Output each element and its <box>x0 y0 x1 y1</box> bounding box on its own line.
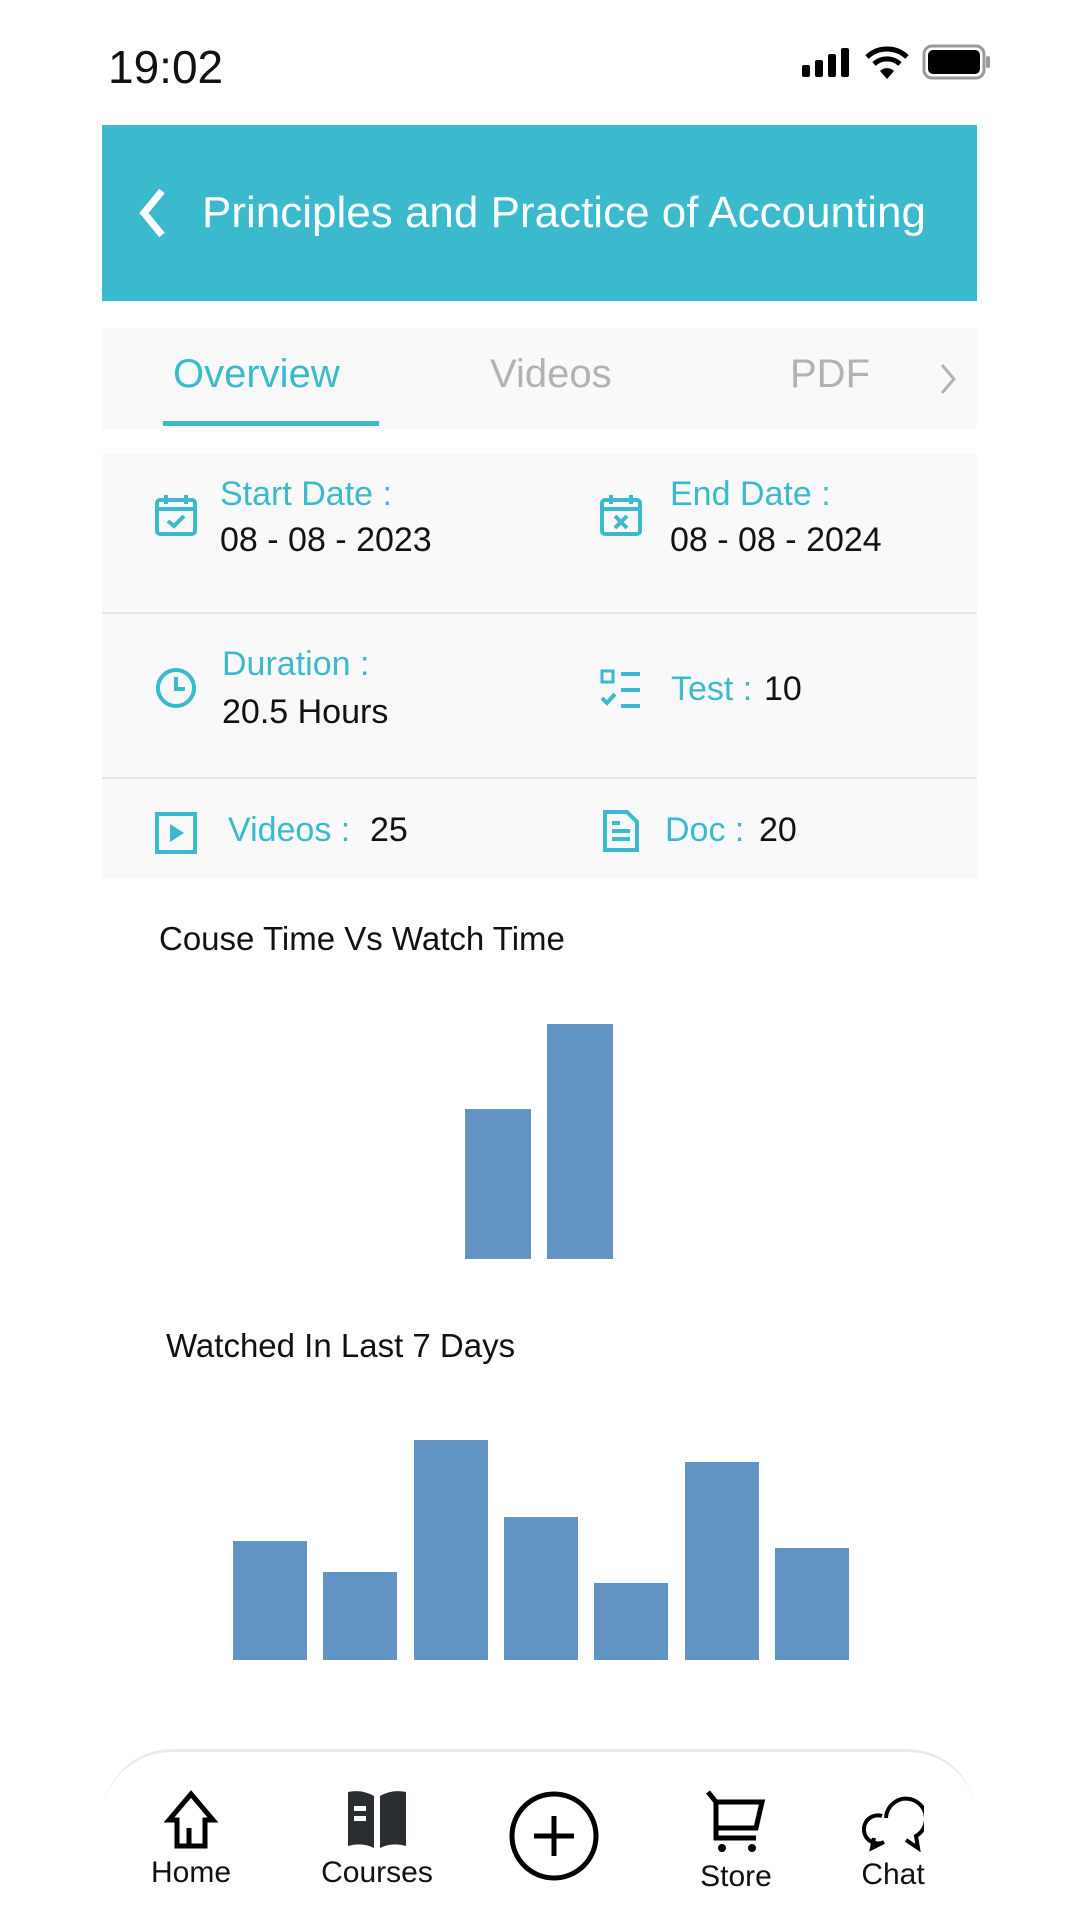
videos-label: Videos : <box>228 811 351 849</box>
chat-icon <box>862 1796 924 1852</box>
page-title: Principles and Practice of Accounting <box>202 188 926 237</box>
test-label: Test : <box>671 670 753 708</box>
end-date-label: End Date : <box>670 475 831 513</box>
video-icon <box>155 812 197 854</box>
checklist-icon <box>600 669 640 708</box>
tab-bar: Overview Videos PDF <box>102 328 977 429</box>
chart-bar <box>323 1572 398 1660</box>
wifi-icon <box>865 46 909 79</box>
chevron-left-icon[interactable] <box>132 183 176 243</box>
battery-icon <box>922 44 990 80</box>
start-date-label: Start Date : <box>220 475 392 513</box>
home-icon <box>163 1790 219 1849</box>
nav-store[interactable]: Store <box>666 1788 806 1894</box>
nav-add[interactable] <box>484 1790 624 1882</box>
duration-label: Duration : <box>222 645 370 683</box>
nav-home[interactable]: Home <box>121 1790 261 1890</box>
tab-overview[interactable]: Overview <box>173 352 340 397</box>
signal-icon <box>802 48 849 77</box>
tab-pdf[interactable]: PDF <box>790 352 870 397</box>
doc-value: 20 <box>759 811 797 849</box>
videos-value: 25 <box>370 811 408 849</box>
duration-value: 20.5 Hours <box>222 693 389 731</box>
course-info-card: Start Date : 08 - 08 - 2023 End Date : 0… <box>102 453 977 879</box>
nav-home-label: Home <box>150 1856 232 1889</box>
chart-bar <box>233 1541 307 1660</box>
chart-bar <box>465 1108 531 1259</box>
cart-icon <box>706 1790 766 1852</box>
chart-title-course-vs-watch: Couse Time Vs Watch Time <box>159 920 565 957</box>
divider <box>102 612 977 614</box>
chevron-right-icon[interactable] <box>938 362 958 396</box>
chart-bar <box>594 1583 669 1660</box>
header-bar: Principles and Practice of Accounting <box>102 125 977 301</box>
start-date-value: 08 - 08 - 2023 <box>220 521 432 559</box>
nav-courses[interactable]: Courses <box>307 1788 447 1890</box>
book-icon <box>348 1791 406 1848</box>
chart-bar <box>684 1462 759 1660</box>
bottom-nav: Home Courses Store Chat <box>102 1749 977 1920</box>
clock-icon <box>156 668 196 708</box>
document-icon <box>603 810 639 852</box>
calendar-check-icon <box>155 495 197 536</box>
chart-bar <box>547 1024 613 1259</box>
test-value: 10 <box>764 670 802 708</box>
chart-bar <box>503 1517 578 1660</box>
active-tab-indicator <box>163 421 379 426</box>
calendar-x-icon <box>600 495 642 536</box>
divider <box>102 777 977 779</box>
status-icons <box>800 44 992 80</box>
status-time: 19:02 <box>108 41 224 93</box>
nav-chat-label: Chat <box>861 1858 925 1891</box>
nav-store-label: Store <box>700 1860 772 1893</box>
chart-bar <box>413 1440 488 1660</box>
doc-label: Doc : <box>665 811 745 849</box>
nav-courses-label: Courses <box>321 1856 433 1889</box>
tab-videos[interactable]: Videos <box>490 352 612 397</box>
end-date-value: 08 - 08 - 2024 <box>670 521 882 559</box>
nav-chat[interactable]: Chat <box>823 1790 963 1892</box>
chart-bar <box>774 1547 849 1660</box>
chart-title-last-7-days: Watched In Last 7 Days <box>166 1327 516 1364</box>
plus-circle-icon <box>509 1791 599 1881</box>
